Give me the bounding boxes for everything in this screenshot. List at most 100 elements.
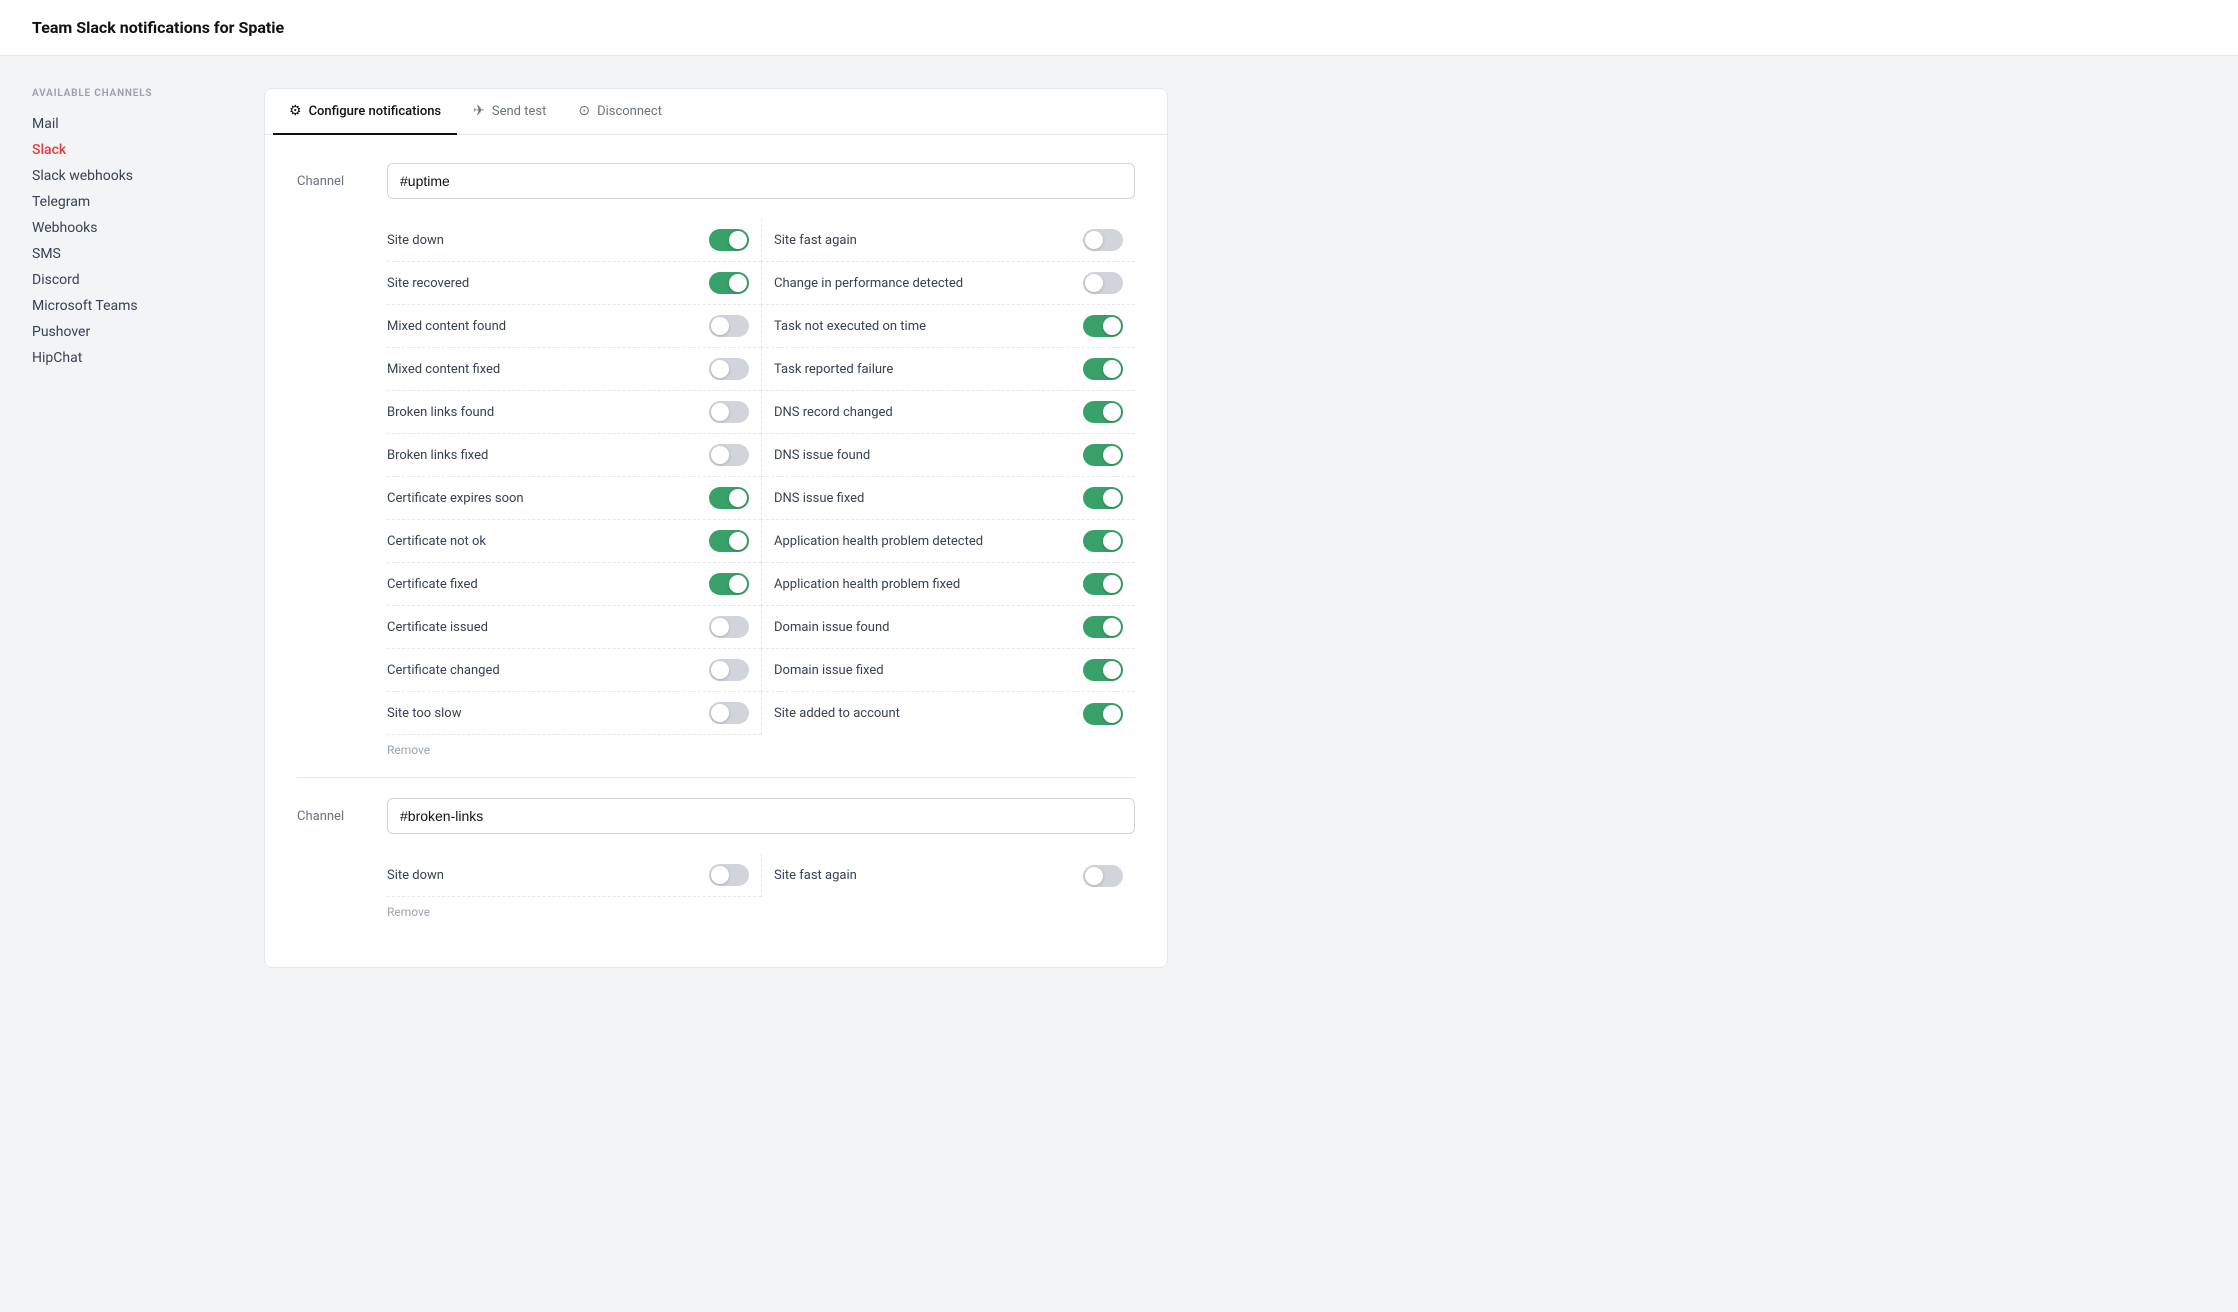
channel-row-uptime: Channel bbox=[297, 163, 1135, 199]
panel-body: ChannelSite downSite fast againSite reco… bbox=[265, 135, 1167, 967]
toggle-thumb-site-too-slow bbox=[711, 704, 729, 722]
sidebar-item-discord[interactable]: Discord bbox=[32, 267, 232, 293]
toggle-row-mixed-content-found: Mixed content found bbox=[387, 305, 761, 348]
tab-configure[interactable]: ⚙Configure notifications bbox=[273, 89, 457, 135]
toggle-track-site-down-2 bbox=[709, 864, 749, 886]
toggle-row-dns-issue-found: DNS issue found bbox=[761, 434, 1135, 477]
toggle-switch-domain-issue-found[interactable] bbox=[1083, 616, 1123, 638]
toggle-switch-site-fast-again-2[interactable] bbox=[1083, 865, 1123, 887]
toggle-switch-task-reported-failure[interactable] bbox=[1083, 358, 1123, 380]
toggle-switch-mixed-content-fixed[interactable] bbox=[709, 358, 749, 380]
toggle-track-dns-record-changed bbox=[1083, 401, 1123, 423]
toggle-row-app-health-problem-fixed: Application health problem fixed bbox=[761, 563, 1135, 606]
toggle-switch-app-health-problem-detected[interactable] bbox=[1083, 530, 1123, 552]
channel-divider bbox=[297, 777, 1135, 778]
toggle-thumb-certificate-changed bbox=[711, 661, 729, 679]
toggle-label-site-fast-again-2: Site fast again bbox=[774, 868, 1083, 883]
remove-channel-uptime[interactable]: Remove bbox=[387, 743, 1135, 757]
toggle-label-dns-issue-fixed: DNS issue fixed bbox=[774, 491, 1083, 506]
toggle-switch-site-down[interactable] bbox=[709, 229, 749, 251]
toggle-thumb-certificate-not-ok bbox=[729, 532, 747, 550]
toggle-track-certificate-expires-soon bbox=[709, 487, 749, 509]
sidebar-item-webhooks[interactable]: Webhooks bbox=[32, 215, 232, 241]
toggle-switch-dns-record-changed[interactable] bbox=[1083, 401, 1123, 423]
toggle-label-broken-links-found: Broken links found bbox=[387, 405, 709, 420]
tab-send-test[interactable]: ✈Send test bbox=[457, 89, 562, 135]
tab-configure-label: Configure notifications bbox=[309, 104, 442, 119]
toggle-switch-app-health-problem-fixed[interactable] bbox=[1083, 573, 1123, 595]
toggle-track-broken-links-found bbox=[709, 401, 749, 423]
toggle-label-dns-record-changed: DNS record changed bbox=[774, 405, 1083, 420]
channel-label-uptime: Channel bbox=[297, 174, 387, 189]
remove-channel-broken-links[interactable]: Remove bbox=[387, 905, 1135, 919]
toggle-label-change-in-performance: Change in performance detected bbox=[774, 276, 1083, 291]
toggle-row-mixed-content-fixed: Mixed content fixed bbox=[387, 348, 761, 391]
toggle-track-broken-links-fixed bbox=[709, 444, 749, 466]
toggle-row-certificate-not-ok: Certificate not ok bbox=[387, 520, 761, 563]
toggle-switch-broken-links-fixed[interactable] bbox=[709, 444, 749, 466]
toggle-switch-certificate-changed[interactable] bbox=[709, 659, 749, 681]
toggle-switch-site-down-2[interactable] bbox=[709, 864, 749, 886]
toggle-label-dns-issue-found: DNS issue found bbox=[774, 448, 1083, 463]
toggle-switch-site-recovered[interactable] bbox=[709, 272, 749, 294]
toggle-switch-task-not-executed[interactable] bbox=[1083, 315, 1123, 337]
toggle-row-certificate-issued: Certificate issued bbox=[387, 606, 761, 649]
toggle-label-site-down: Site down bbox=[387, 233, 709, 248]
channel-label-broken-links: Channel bbox=[297, 809, 387, 824]
toggle-track-app-health-problem-detected bbox=[1083, 530, 1123, 552]
toggle-track-certificate-fixed bbox=[709, 573, 749, 595]
toggle-switch-certificate-issued[interactable] bbox=[709, 616, 749, 638]
toggle-track-task-reported-failure bbox=[1083, 358, 1123, 380]
toggle-switch-site-fast-again[interactable] bbox=[1083, 229, 1123, 251]
toggle-thumb-task-reported-failure bbox=[1103, 360, 1121, 378]
sidebar-item-slack-webhooks[interactable]: Slack webhooks bbox=[32, 163, 232, 189]
toggle-thumb-site-down bbox=[729, 231, 747, 249]
toggle-label-certificate-fixed: Certificate fixed bbox=[387, 577, 709, 592]
toggle-track-site-down bbox=[709, 229, 749, 251]
toggle-row-broken-links-found: Broken links found bbox=[387, 391, 761, 434]
sidebar-item-pushover[interactable]: Pushover bbox=[32, 319, 232, 345]
sidebar-item-mail[interactable]: Mail bbox=[32, 111, 232, 137]
toggle-row-task-reported-failure: Task reported failure bbox=[761, 348, 1135, 391]
toggle-switch-broken-links-found[interactable] bbox=[709, 401, 749, 423]
sidebar-item-slack[interactable]: Slack bbox=[32, 137, 232, 163]
toggles-grid-broken-links: Site downSite fast again bbox=[387, 854, 1135, 897]
sidebar-item-hipchat[interactable]: HipChat bbox=[32, 345, 232, 371]
toggle-switch-site-too-slow[interactable] bbox=[709, 702, 749, 724]
content-area: Available Channels MailSlackSlack webhoo… bbox=[0, 56, 1200, 1000]
toggle-track-certificate-issued bbox=[709, 616, 749, 638]
toggle-thumb-dns-issue-fixed bbox=[1103, 489, 1121, 507]
toggle-switch-certificate-fixed[interactable] bbox=[709, 573, 749, 595]
page-wrapper: Team Slack notifications for Spatie Avai… bbox=[0, 0, 2238, 1312]
toggle-row-certificate-expires-soon: Certificate expires soon bbox=[387, 477, 761, 520]
toggle-switch-certificate-not-ok[interactable] bbox=[709, 530, 749, 552]
toggle-thumb-task-not-executed bbox=[1103, 317, 1121, 335]
toggle-track-site-fast-again bbox=[1083, 229, 1123, 251]
toggle-switch-mixed-content-found[interactable] bbox=[709, 315, 749, 337]
toggle-switch-domain-issue-fixed[interactable] bbox=[1083, 659, 1123, 681]
toggle-switch-dns-issue-fixed[interactable] bbox=[1083, 487, 1123, 509]
page-title: Team Slack notifications for Spatie bbox=[32, 18, 2206, 37]
toggle-switch-dns-issue-found[interactable] bbox=[1083, 444, 1123, 466]
toggle-row-app-health-problem-detected: Application health problem detected bbox=[761, 520, 1135, 563]
toggle-label-certificate-issued: Certificate issued bbox=[387, 620, 709, 635]
top-bar: Team Slack notifications for Spatie bbox=[0, 0, 2238, 56]
sidebar-item-telegram[interactable]: Telegram bbox=[32, 189, 232, 215]
toggle-label-task-reported-failure: Task reported failure bbox=[774, 362, 1083, 377]
channel-input-broken-links[interactable] bbox=[387, 798, 1135, 834]
channel-input-uptime[interactable] bbox=[387, 163, 1135, 199]
tab-send-test-icon: ✈ bbox=[473, 103, 485, 119]
toggle-track-certificate-changed bbox=[709, 659, 749, 681]
sidebar: Available Channels MailSlackSlack webhoo… bbox=[32, 88, 232, 968]
toggle-label-site-fast-again: Site fast again bbox=[774, 233, 1083, 248]
tab-disconnect[interactable]: ⊙Disconnect bbox=[562, 89, 678, 135]
sidebar-nav: MailSlackSlack webhooksTelegramWebhooksS… bbox=[32, 111, 232, 371]
toggle-track-change-in-performance bbox=[1083, 272, 1123, 294]
sidebar-item-sms[interactable]: SMS bbox=[32, 241, 232, 267]
toggle-switch-change-in-performance[interactable] bbox=[1083, 272, 1123, 294]
toggle-switch-site-added-to-account[interactable] bbox=[1083, 703, 1123, 725]
channel-section-uptime: ChannelSite downSite fast againSite reco… bbox=[297, 163, 1135, 757]
sidebar-item-microsoft-teams[interactable]: Microsoft Teams bbox=[32, 293, 232, 319]
toggle-switch-certificate-expires-soon[interactable] bbox=[709, 487, 749, 509]
toggle-track-domain-issue-found bbox=[1083, 616, 1123, 638]
